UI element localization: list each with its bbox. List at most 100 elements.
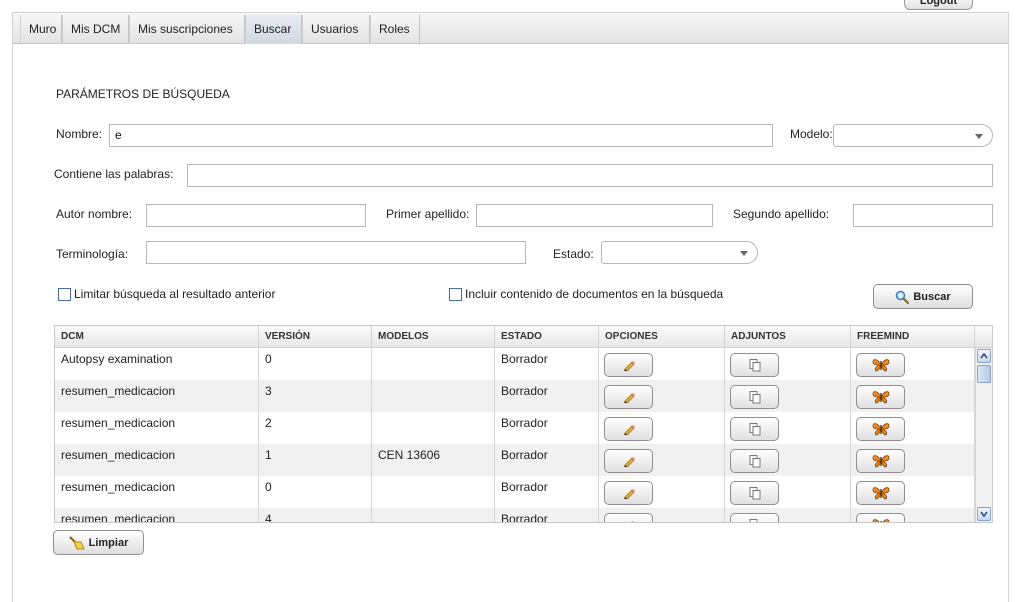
chevron-down-icon: [740, 251, 748, 256]
tab-bar: Muro Mis DCM Mis suscripciones Buscar Us…: [13, 13, 1008, 44]
cell-estado: Borrador: [495, 476, 599, 508]
tab-mis-dcm[interactable]: Mis DCM: [62, 15, 129, 44]
col-header-estado[interactable]: ESTADO: [495, 326, 599, 348]
attachments-button[interactable]: [730, 353, 779, 377]
col-header-dcm[interactable]: DCM: [55, 326, 259, 348]
cell-modelos: [372, 508, 495, 522]
edit-button[interactable]: [604, 417, 653, 441]
palabras-label: Contiene las palabras:: [54, 167, 174, 181]
pencil-icon: [622, 358, 636, 372]
buscar-button-label: Buscar: [913, 290, 951, 303]
freemind-button[interactable]: [856, 385, 905, 409]
attachments-button[interactable]: [730, 513, 779, 522]
col-header-freemind[interactable]: FREEMIND: [851, 326, 975, 348]
documents-icon: [748, 486, 762, 500]
segundo-apellido-input[interactable]: [853, 204, 993, 227]
cell-freemind: [851, 444, 975, 476]
col-header-version[interactable]: VERSIÓN: [259, 326, 372, 348]
cell-attachments: [725, 508, 851, 522]
cell-dcm: resumen_medicacion: [55, 476, 259, 508]
freemind-button[interactable]: [856, 481, 905, 505]
autor-label: Autor nombre:: [56, 207, 133, 221]
cell-attachments: [725, 476, 851, 508]
cell-edit: [599, 444, 725, 476]
pencil-icon: [622, 390, 636, 404]
pencil-icon: [622, 422, 636, 436]
attachments-button[interactable]: [730, 449, 779, 473]
butterfly-icon: [872, 486, 890, 500]
table-row[interactable]: resumen_medicacion 3 Borrador: [55, 380, 975, 412]
freemind-button[interactable]: [856, 513, 905, 522]
modelo-label: Modelo:: [790, 127, 833, 141]
scroll-down-icon[interactable]: [977, 507, 991, 521]
cell-dcm: Autopsy examination: [55, 348, 259, 380]
tab-roles[interactable]: Roles: [370, 15, 420, 44]
table-row[interactable]: resumen_medicacion 4 Borrador: [55, 508, 975, 522]
cell-version: 0: [259, 348, 372, 380]
cell-dcm: resumen_medicacion: [55, 444, 259, 476]
primer-apellido-label: Primer apellido:: [386, 207, 470, 221]
cell-modelos: [372, 348, 495, 380]
buscar-button[interactable]: Buscar: [873, 284, 973, 309]
limitar-checkbox[interactable]: [58, 288, 71, 301]
palabras-input[interactable]: [187, 164, 993, 187]
documents-icon: [748, 454, 762, 468]
scroll-up-icon[interactable]: [977, 349, 991, 363]
terminologia-input[interactable]: [146, 241, 526, 264]
terminologia-label: Terminología:: [56, 247, 129, 261]
scroll-thumb[interactable]: [977, 365, 991, 383]
cell-edit: [599, 348, 725, 380]
col-header-adjuntos[interactable]: ADJUNTOS: [725, 326, 851, 348]
estado-label: Estado:: [553, 247, 594, 261]
edit-button[interactable]: [604, 385, 653, 409]
tab-mis-suscripciones[interactable]: Mis suscripciones: [129, 15, 245, 44]
cell-freemind: [851, 348, 975, 380]
butterfly-icon: [872, 518, 890, 522]
butterfly-icon: [872, 390, 890, 404]
results-grid: DCM VERSIÓN MODELOS ESTADO OPCIONES ADJU…: [54, 325, 993, 523]
edit-button[interactable]: [604, 449, 653, 473]
freemind-button[interactable]: [856, 353, 905, 377]
cell-freemind: [851, 476, 975, 508]
cell-version: 1: [259, 444, 372, 476]
edit-button[interactable]: [604, 513, 653, 522]
cell-estado: Borrador: [495, 412, 599, 444]
documents-icon: [748, 518, 762, 522]
cell-edit: [599, 508, 725, 522]
cell-freemind: [851, 412, 975, 444]
col-header-modelos[interactable]: MODELOS: [372, 326, 495, 348]
table-row[interactable]: resumen_medicacion 1 CEN 13606 Borrador: [55, 444, 975, 476]
tab-buscar[interactable]: Buscar: [245, 15, 302, 44]
table-row[interactable]: Autopsy examination 0 Borrador: [55, 348, 975, 380]
attachments-button[interactable]: [730, 481, 779, 505]
incluir-checkbox[interactable]: [449, 288, 462, 301]
table-row[interactable]: resumen_medicacion 0 Borrador: [55, 476, 975, 508]
cell-attachments: [725, 412, 851, 444]
tab-muro[interactable]: Muro: [20, 15, 62, 44]
pencil-icon: [622, 486, 636, 500]
freemind-button[interactable]: [856, 417, 905, 441]
edit-button[interactable]: [604, 353, 653, 377]
attachments-button[interactable]: [730, 385, 779, 409]
cell-version: 3: [259, 380, 372, 412]
tab-usuarios[interactable]: Usuarios: [302, 15, 370, 44]
estado-select[interactable]: [601, 241, 758, 264]
cell-attachments: [725, 444, 851, 476]
edit-button[interactable]: [604, 481, 653, 505]
autor-input[interactable]: [146, 204, 366, 227]
table-row[interactable]: resumen_medicacion 2 Borrador: [55, 412, 975, 444]
limpiar-button[interactable]: Limpiar: [53, 530, 144, 555]
cell-attachments: [725, 380, 851, 412]
col-header-opciones[interactable]: OPCIONES: [599, 326, 725, 348]
vertical-scrollbar[interactable]: [975, 348, 992, 522]
nombre-input[interactable]: e: [109, 124, 773, 147]
modelo-select[interactable]: [833, 124, 993, 147]
primer-apellido-input[interactable]: [476, 204, 713, 227]
cell-version: 2: [259, 412, 372, 444]
cell-modelos: [372, 476, 495, 508]
logout-button[interactable]: Logout: [904, 0, 973, 10]
cell-estado: Borrador: [495, 508, 599, 522]
attachments-button[interactable]: [730, 417, 779, 441]
freemind-button[interactable]: [856, 449, 905, 473]
cell-dcm: resumen_medicacion: [55, 412, 259, 444]
